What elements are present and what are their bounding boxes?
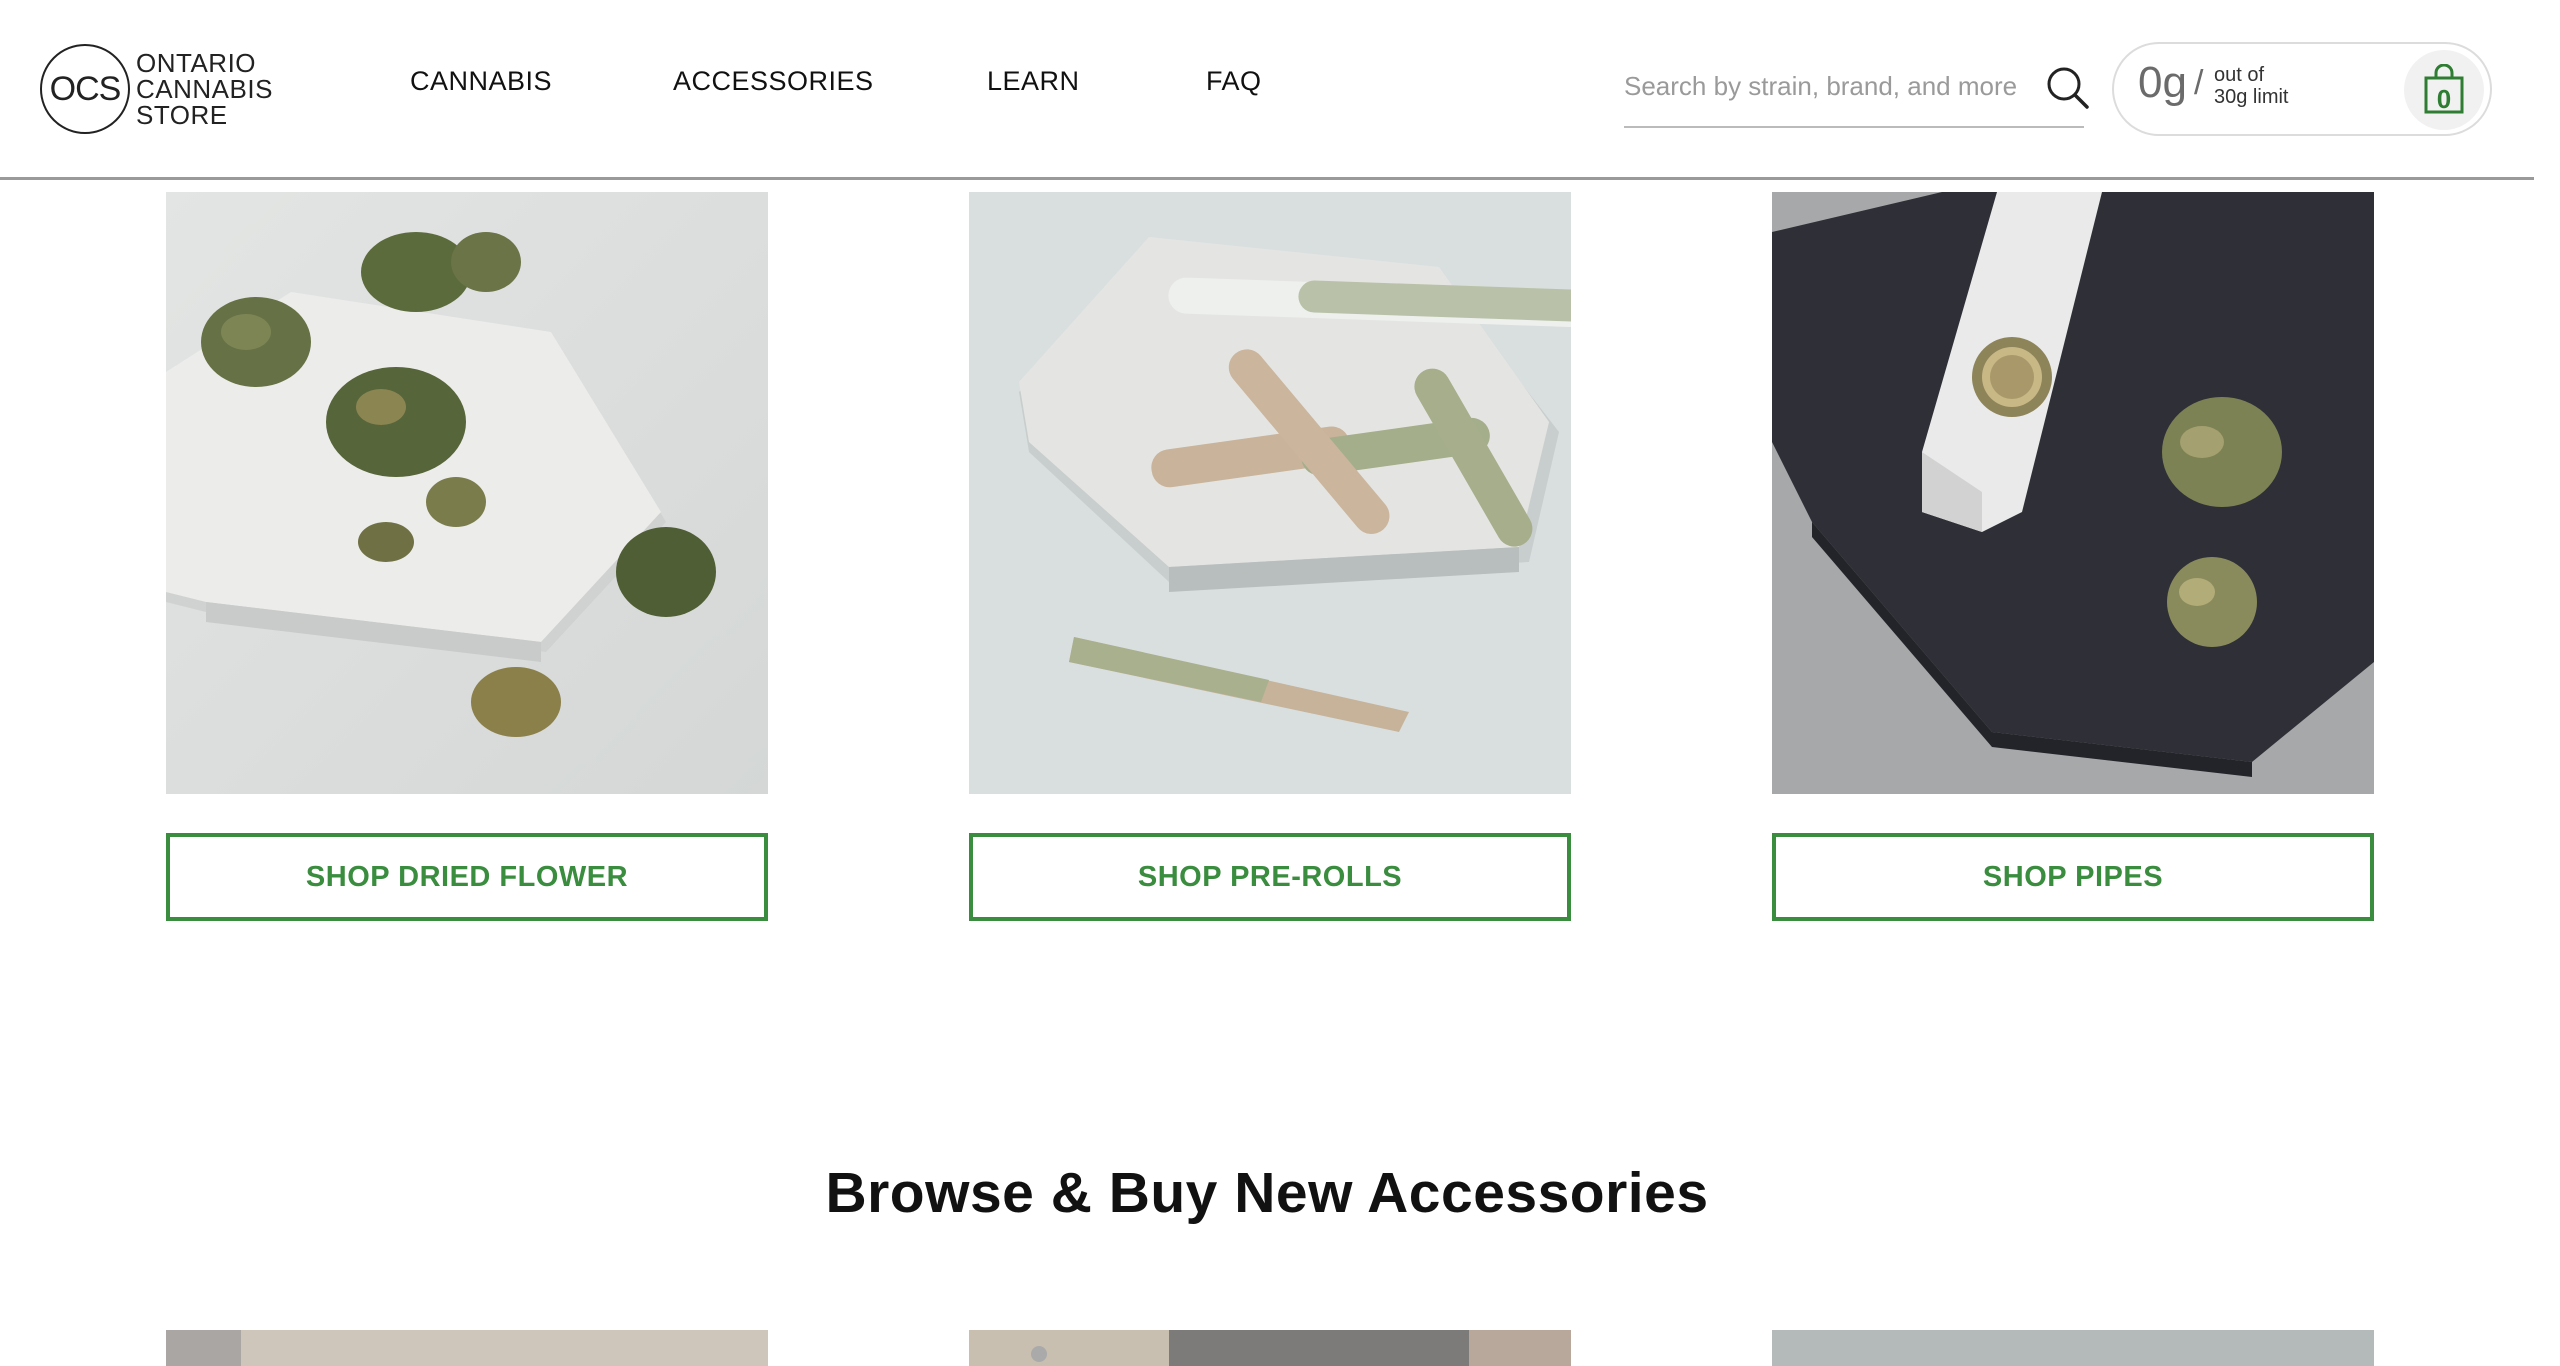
pipes-image[interactable] xyxy=(1772,192,2374,794)
limit-caption: out of 30g limit xyxy=(2214,64,2288,108)
logo-mark-text: OCS xyxy=(49,69,122,108)
search-icon[interactable] xyxy=(2044,64,2090,110)
accessory-image-2[interactable] xyxy=(969,1330,1571,1366)
logo-line-1: ONTARIO xyxy=(136,48,257,78)
ocs-logo-mark: OCS xyxy=(40,44,130,134)
nav-learn[interactable]: LEARN xyxy=(987,66,1080,97)
site-header: OCS ONTARIO CANNABIS STORE CANNABIS ACCE… xyxy=(0,0,2534,180)
dried-flower-image[interactable] xyxy=(166,192,768,794)
limit-separator: / xyxy=(2194,64,2204,102)
cart-count: 0 xyxy=(2436,84,2452,114)
accessory-image-1[interactable] xyxy=(166,1330,768,1366)
search-input[interactable] xyxy=(1624,66,2034,106)
cart-button[interactable]: 0 xyxy=(2404,50,2484,130)
accessory-image-3[interactable] xyxy=(1772,1330,2374,1366)
shop-dried-flower-button[interactable]: SHOP DRIED FLOWER xyxy=(166,833,768,921)
nav-faq[interactable]: FAQ xyxy=(1206,66,1262,97)
shop-pipes-button[interactable]: SHOP PIPES xyxy=(1772,833,2374,921)
logo-line-2: CANNABIS xyxy=(136,74,273,104)
purchase-limit-widget: 0g / out of 30g limit 0 xyxy=(2112,42,2492,136)
ocs-logo[interactable]: OCS ONTARIO CANNABIS STORE xyxy=(40,44,273,134)
logo-line-3: STORE xyxy=(136,100,228,130)
shop-pre-rolls-button[interactable]: SHOP PRE-ROLLS xyxy=(969,833,1571,921)
pre-rolls-image[interactable] xyxy=(969,192,1571,794)
limit-caption-line-1: out of xyxy=(2214,64,2265,86)
section-title: Browse & Buy New Accessories xyxy=(825,1161,1709,1225)
limit-caption-line-2: 30g limit xyxy=(2214,86,2289,108)
logo-wordmark: ONTARIO CANNABIS STORE xyxy=(136,50,273,128)
search-bar xyxy=(1624,62,2089,128)
limit-amount: 0g xyxy=(2138,58,2187,107)
nav-cannabis[interactable]: CANNABIS xyxy=(410,66,552,97)
nav-accessories[interactable]: ACCESSORIES xyxy=(673,66,874,97)
